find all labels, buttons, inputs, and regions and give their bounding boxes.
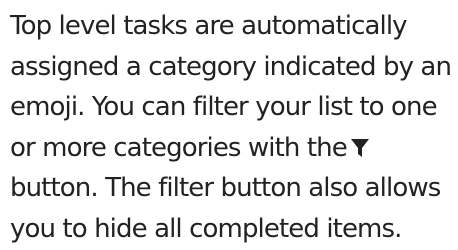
filter-icon [350,137,370,159]
help-line-5: button. The filter button also allows [10,173,441,204]
help-line-1: Top level tasks are automatically [10,11,408,41]
filter-help-text: Top level tasks are automatically assign… [10,6,456,250]
help-line-4-text: or more categories with the [10,132,348,163]
help-line-3: emoji. You can filter your list to one [10,92,438,123]
help-line-6: you to hide all completed items. [10,213,402,244]
help-line-4: or more categories with the [10,128,456,169]
help-line-2: assigned a category indicated by an [10,51,452,82]
